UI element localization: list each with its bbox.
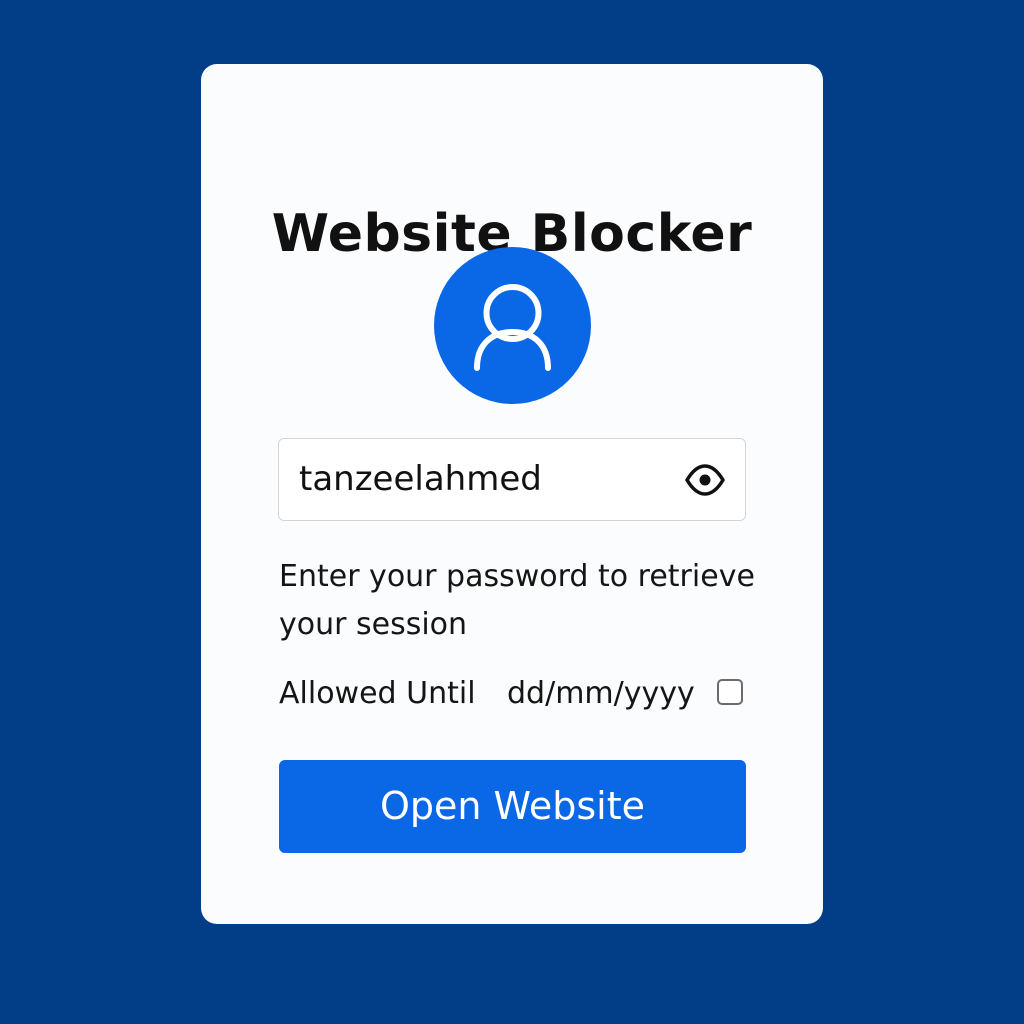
avatar: [434, 247, 591, 404]
date-input[interactable]: dd/mm/yyyy: [507, 672, 695, 716]
help-text: Enter your password to retrieve your ses…: [279, 559, 755, 642]
allowed-until-row: Allowed Until dd/mm/yyyy: [279, 672, 749, 716]
password-field[interactable]: tanzeelahmed: [278, 438, 746, 521]
eye-icon[interactable]: [685, 460, 725, 500]
open-website-button[interactable]: Open Website: [279, 760, 746, 853]
password-value[interactable]: tanzeelahmed: [299, 439, 542, 519]
allowed-until-label: Allowed Until: [279, 676, 476, 711]
user-icon: [474, 284, 551, 371]
login-card: Website Blocker tanzeelahmed Enter your …: [201, 64, 823, 924]
allowed-checkbox[interactable]: [717, 679, 743, 705]
